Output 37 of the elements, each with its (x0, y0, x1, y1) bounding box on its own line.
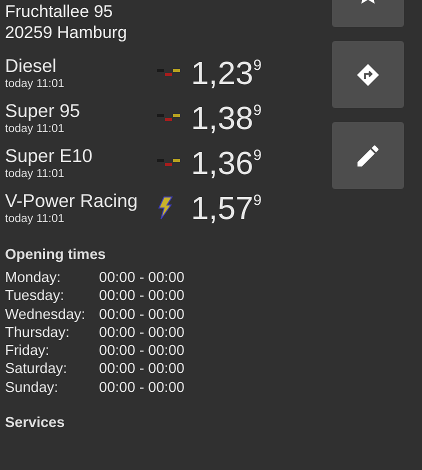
fuel-name: Super E10 (5, 144, 94, 166)
address-line: Fruchtallee 95 (5, 1, 114, 22)
flag-icon (157, 158, 181, 168)
day-label: Sunday: (5, 378, 60, 398)
fuel-name: V-Power Racing (5, 190, 139, 212)
opening-hours: 00:00 - 00:00 (99, 360, 184, 379)
directions-button[interactable] (332, 41, 404, 108)
section-heading: Opening times (5, 247, 107, 263)
section-heading: Services (5, 415, 66, 432)
day-label: Tuesday: (5, 287, 66, 306)
day-label: Saturday: (5, 360, 68, 379)
address-line: 20259 Hamburg (5, 22, 128, 43)
day-label: Monday: (5, 269, 62, 288)
fuel-price: 1,57$^{9}$ (191, 190, 262, 226)
day-label: Thursday: (5, 324, 70, 342)
opening-hours: 00:00 - 00:00 (99, 342, 184, 360)
fuel-price: 1,23$^{9}$ (191, 54, 262, 90)
day-label: Friday: (5, 342, 50, 360)
opening-hours: 00:00 - 00:00 (99, 324, 184, 342)
opening-hours: 00:00 - 00:00 (99, 306, 184, 324)
fuel-price: 1,36$^{9}$ (191, 144, 262, 180)
opening-hours: 00:00 - 00:00 (99, 287, 184, 306)
opening-hours: 00:00 - 00:00 (99, 269, 184, 288)
flag-icon (157, 68, 181, 78)
fuel-price: 1,38$^{9}$ (191, 100, 262, 136)
opening-hours: 00:00 - 00:00 (99, 378, 184, 398)
fuel-name: Super 95 (5, 100, 82, 122)
lightning-icon (157, 196, 173, 220)
day-label: Wednesday: (5, 306, 86, 324)
fuel-name: Diesel (5, 54, 58, 76)
flag-icon (157, 112, 181, 122)
update-time: today 11:01 (5, 76, 66, 90)
update-time: today 11:01 (5, 122, 66, 136)
edit-button[interactable] (332, 122, 404, 189)
update-time: today 11:01 (5, 166, 66, 180)
directions-icon (356, 62, 380, 86)
update-time: today 11:01 (5, 212, 66, 226)
